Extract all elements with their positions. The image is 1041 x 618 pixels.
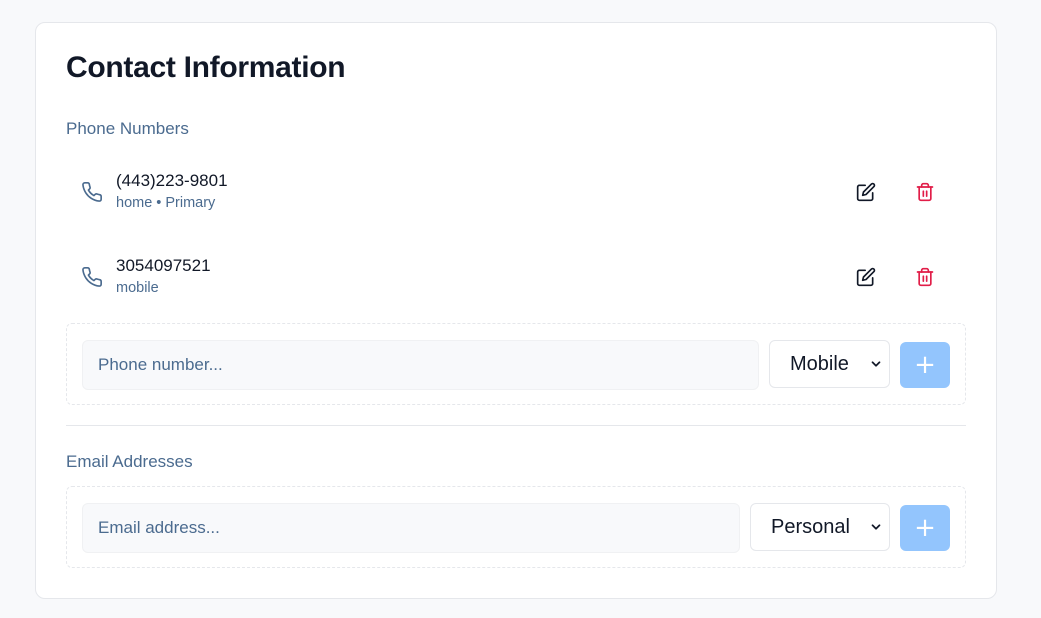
- pencil-square-icon: [856, 182, 876, 202]
- phone-meta: home • Primary: [116, 195, 215, 211]
- contact-information-card: Contact Information Phone Numbers (443)2…: [35, 22, 997, 599]
- email-addresses-label: Email Addresses: [66, 452, 193, 471]
- trash-icon: [916, 267, 934, 287]
- email-type-selected: Personal: [771, 515, 850, 538]
- section-divider: [66, 425, 966, 426]
- phone-type-selected: Mobile: [790, 352, 849, 375]
- phone-list-item: (443)223-9801 home • Primary: [66, 159, 966, 223]
- add-email-form: Personal +: [66, 486, 966, 568]
- phone-number: 3054097521: [116, 256, 211, 275]
- phone-number-input[interactable]: [82, 340, 759, 390]
- phone-list-item: 3054097521 mobile: [66, 244, 966, 308]
- chevron-down-icon: [871, 524, 881, 530]
- email-type-select[interactable]: Personal: [750, 503, 890, 551]
- phone-type: home: [116, 195, 153, 211]
- chevron-down-icon: [871, 361, 881, 367]
- phone-meta: mobile: [116, 280, 159, 296]
- phone-numbers-label: Phone Numbers: [66, 119, 189, 138]
- pencil-square-icon: [856, 267, 876, 287]
- email-address-input[interactable]: [82, 503, 740, 553]
- add-phone-form: Mobile +: [66, 323, 966, 405]
- phone-icon: [81, 181, 103, 203]
- delete-phone-button[interactable]: [912, 179, 938, 205]
- phone-type: mobile: [116, 280, 159, 296]
- phone-number: (443)223-9801: [116, 171, 228, 190]
- edit-phone-button[interactable]: [853, 264, 879, 290]
- delete-phone-button[interactable]: [912, 264, 938, 290]
- phone-type-select[interactable]: Mobile: [769, 340, 890, 388]
- primary-badge: Primary: [165, 195, 216, 211]
- page-title: Contact Information: [66, 51, 346, 84]
- edit-phone-button[interactable]: [853, 179, 879, 205]
- add-email-button[interactable]: +: [900, 505, 950, 551]
- trash-icon: [916, 182, 934, 202]
- add-phone-button[interactable]: +: [900, 342, 950, 388]
- phone-icon: [81, 266, 103, 288]
- meta-separator: •: [156, 195, 162, 211]
